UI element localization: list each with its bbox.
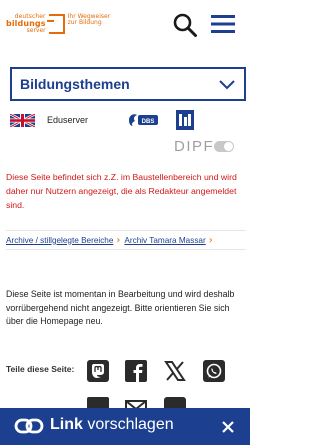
banner-label: vorschlagen <box>87 416 174 433</box>
breadcrumb-item-archiv-tamara[interactable]: Archiv Tamara Massar <box>124 236 205 245</box>
bildungsthemen-dropdown[interactable]: Bildungsthemen <box>10 67 246 101</box>
logo-mark-icon <box>46 14 65 34</box>
uk-flag-icon[interactable] <box>10 114 35 127</box>
construction-notice: Diese Seite befindet sich z.Z. im Bauste… <box>6 172 237 210</box>
breadcrumb-item-archive[interactable]: Archive / stillgelegte Bereiche <box>6 236 113 245</box>
menu-button[interactable] <box>210 13 236 35</box>
page-info-text: Diese Seite ist momentan in Bearbeitung … <box>6 289 235 326</box>
x-icon[interactable] <box>164 360 186 382</box>
breadcrumb-chevron-icon: › <box>208 234 213 246</box>
close-icon[interactable] <box>220 419 236 435</box>
dbs-logo-icon[interactable]: DBS <box>126 112 160 128</box>
logo-tagline-line2: zur Bildung <box>67 19 102 27</box>
site-logo[interactable]: deutscher bildungs server Ihr Wegweiser … <box>6 13 110 34</box>
kmk-logo-icon[interactable] <box>176 110 194 130</box>
hamburger-menu-icon <box>211 15 235 33</box>
banner-text: Link vorschlagen <box>50 416 174 434</box>
chevron-down-icon <box>219 80 235 90</box>
facebook-icon[interactable] <box>125 360 147 382</box>
breadcrumb: Archive / stillgelegte Bereiche › Archiv… <box>6 230 246 250</box>
logo-text-line3: server <box>26 27 46 34</box>
bildungsthemen-label: Bildungsthemen <box>20 76 130 92</box>
banner-brand: Link <box>50 416 83 433</box>
mastodon-icon[interactable] <box>87 360 109 382</box>
chain-link-icon <box>14 418 44 434</box>
whatsapp-icon[interactable] <box>203 360 225 382</box>
svg-text:DBS: DBS <box>142 119 155 125</box>
dipf-logo-mark-icon <box>214 141 234 152</box>
eduserver-link[interactable]: Eduserver <box>47 115 88 125</box>
link-vorschlagen-banner[interactable]: Link vorschlagen <box>0 408 250 445</box>
search-button[interactable] <box>172 12 198 38</box>
share-label: Teile diese Seite: <box>6 364 75 374</box>
dipf-logo[interactable]: DIPF <box>174 138 214 155</box>
site-header: deutscher bildungs server Ihr Wegweiser … <box>0 0 250 50</box>
breadcrumb-chevron-icon: › <box>116 234 121 246</box>
search-icon <box>173 13 197 37</box>
